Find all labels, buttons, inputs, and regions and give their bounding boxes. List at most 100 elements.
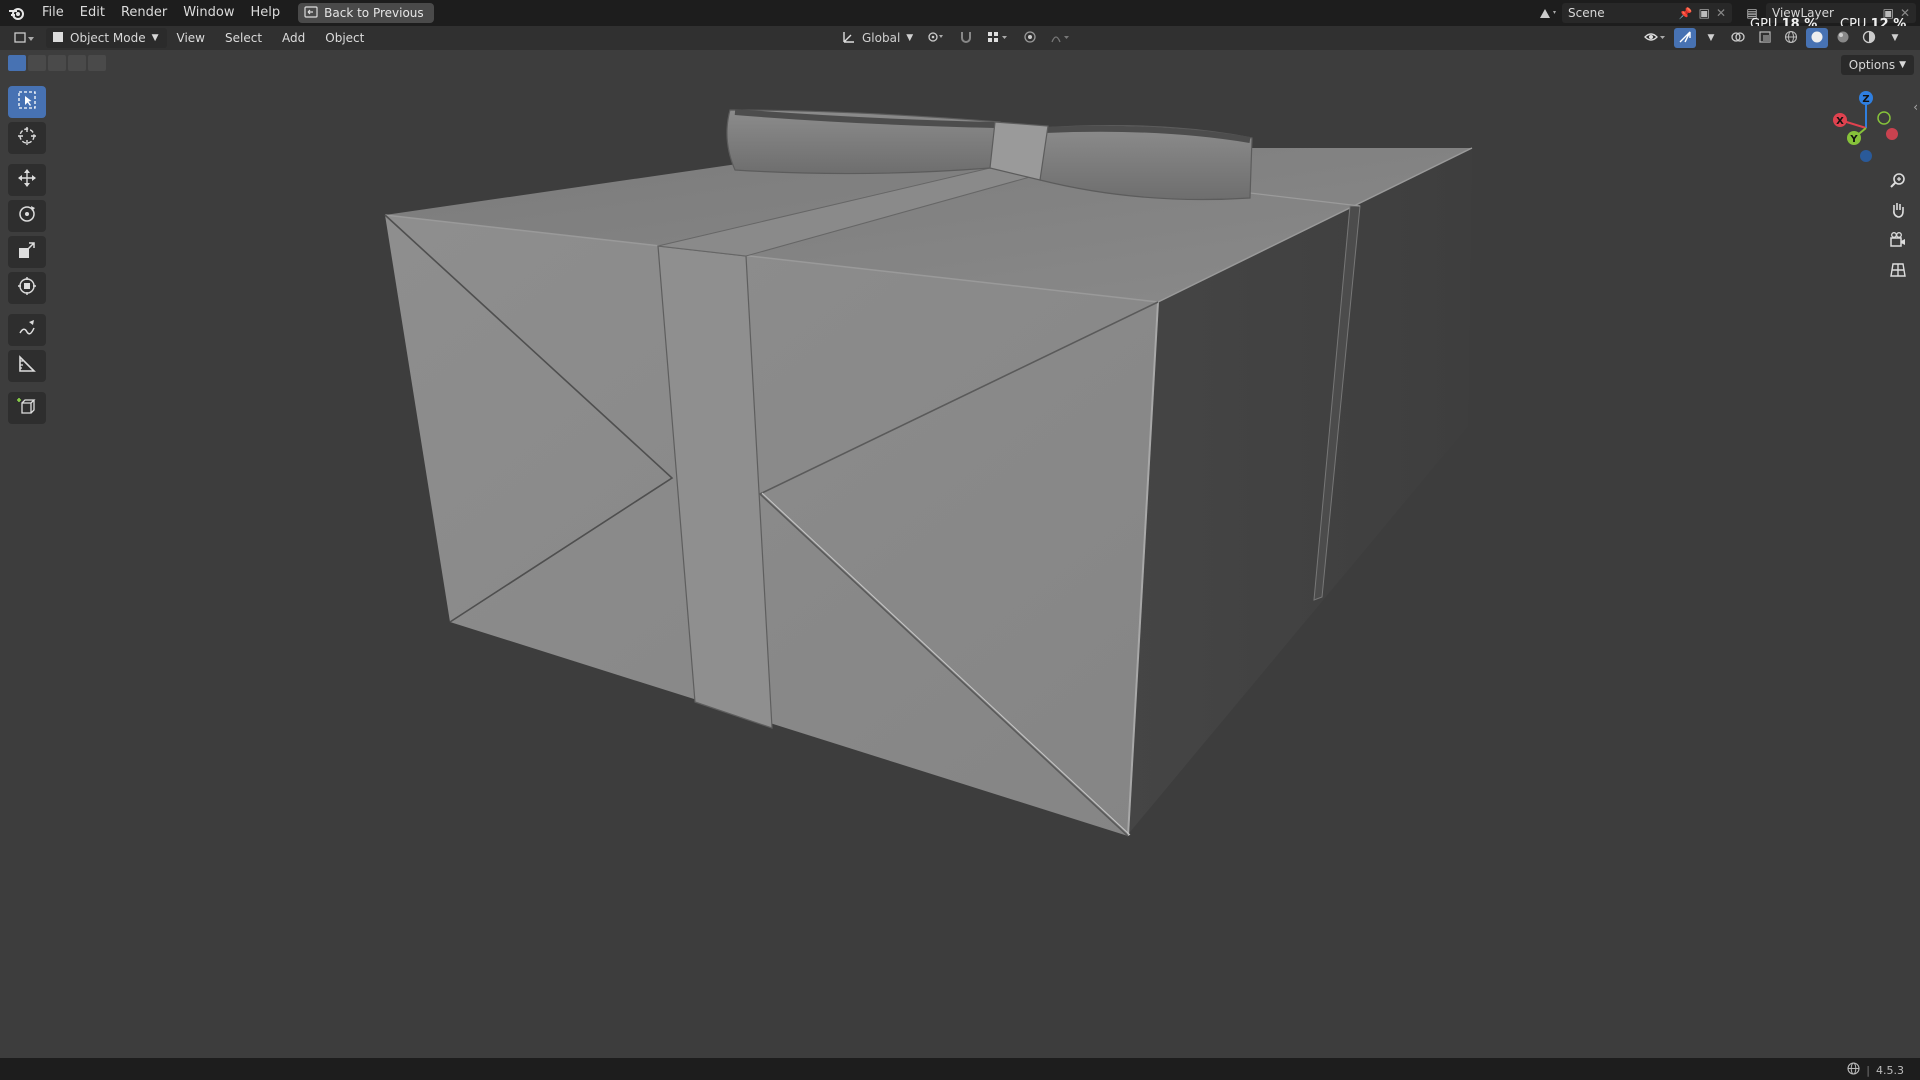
neg-x-axis-handle	[1886, 128, 1898, 140]
pivot-icon	[927, 30, 945, 47]
menu-select[interactable]: Select	[215, 31, 272, 45]
menu-object[interactable]: Object	[315, 31, 374, 45]
falloff-curve-icon	[1051, 30, 1071, 47]
rotate-icon	[17, 204, 37, 228]
cursor-tool[interactable]	[8, 122, 46, 154]
rotate-tool[interactable]	[8, 200, 46, 232]
neg-z-axis-handle	[1860, 150, 1872, 162]
delete-scene-icon[interactable]: ✕	[1716, 6, 1726, 20]
menu-render[interactable]: Render	[113, 0, 175, 26]
visibility-dropdown[interactable]	[1640, 28, 1670, 48]
new-scene-icon[interactable]: ▣	[1699, 6, 1710, 20]
snap-target-dropdown[interactable]	[983, 28, 1013, 48]
chevron-down-icon: ▼	[1707, 33, 1715, 43]
shading-dropdown[interactable]: ▼	[1884, 28, 1906, 48]
menu-add[interactable]: Add	[272, 31, 315, 45]
sidebar-expand-icon[interactable]: ‹	[1913, 100, 1918, 114]
z-axis-label: Z	[1862, 94, 1869, 105]
3d-viewport[interactable]	[0, 50, 1920, 1058]
gizmo-icon	[1678, 30, 1692, 47]
select-extend-icon[interactable]	[28, 55, 46, 71]
object-mode-label: Object Mode	[70, 31, 146, 45]
grid-icon	[1889, 261, 1907, 283]
status-bar: | 4.5.3	[0, 1058, 1920, 1080]
pan-view-button[interactable]	[1886, 200, 1910, 224]
chevron-down-icon: ▼	[1891, 33, 1899, 43]
shading-solid-button[interactable]	[1806, 28, 1828, 48]
select-intersect-icon[interactable]	[88, 55, 106, 71]
chevron-down-icon: ▼	[1899, 60, 1906, 70]
back-icon	[304, 5, 318, 21]
blender-logo-icon[interactable]	[0, 0, 34, 26]
move-arrows-icon	[17, 168, 37, 192]
box-front-face	[385, 215, 1158, 836]
navigation-gizmo[interactable]: Z X Y	[1826, 88, 1906, 168]
scale-tool[interactable]	[8, 236, 46, 268]
select-invert-icon[interactable]	[68, 55, 86, 71]
chevron-down-icon: ▼	[151, 33, 159, 43]
xray-toggle[interactable]	[1754, 28, 1776, 48]
select-subtract-icon[interactable]	[48, 55, 66, 71]
back-to-previous-button[interactable]: Back to Previous	[298, 3, 434, 23]
rendered-sphere-icon	[1862, 30, 1876, 47]
measure-tool[interactable]	[8, 350, 46, 382]
proportional-editing-toggle[interactable]	[1019, 28, 1041, 48]
editor-type-icon[interactable]	[10, 28, 40, 48]
scene-name: Scene	[1568, 6, 1605, 20]
proportional-falloff-dropdown[interactable]	[1047, 28, 1075, 48]
camera-view-button[interactable]	[1886, 230, 1910, 254]
menu-view[interactable]: View	[167, 31, 215, 45]
xray-icon	[1758, 30, 1772, 47]
selection-mode-group	[8, 55, 106, 71]
orientation-axes-icon	[842, 30, 856, 47]
transform-orientation-label: Global	[862, 31, 901, 45]
scene-name-field[interactable]: Scene 📌 ▣ ✕	[1562, 3, 1732, 23]
add-cube-icon	[17, 396, 37, 420]
pivot-point-dropdown[interactable]	[923, 28, 949, 48]
overlays-toggle[interactable]	[1726, 28, 1750, 48]
ruler-icon	[17, 354, 37, 378]
shading-wireframe-button[interactable]	[1780, 28, 1802, 48]
zoom-icon	[1889, 171, 1907, 193]
gizmo-dropdown[interactable]: ▼	[1700, 28, 1722, 48]
zoom-view-button[interactable]	[1886, 170, 1910, 194]
annotate-pencil-icon	[17, 318, 37, 342]
scene-selector-icon[interactable]	[1534, 3, 1562, 23]
transform-tool[interactable]	[8, 272, 46, 304]
menu-window[interactable]: Window	[175, 0, 242, 26]
move-tool[interactable]	[8, 164, 46, 196]
x-axis-label: X	[1836, 116, 1844, 127]
menu-help[interactable]: Help	[243, 0, 289, 26]
back-to-previous-label: Back to Previous	[324, 6, 424, 20]
wireframe-sphere-icon	[1784, 30, 1798, 47]
cursor-icon	[17, 126, 37, 150]
select-box-tool[interactable]	[8, 86, 46, 118]
snap-toggle[interactable]	[955, 28, 977, 48]
neg-y-axis-handle	[1877, 111, 1891, 125]
object-mode-dropdown[interactable]: Object Mode ▼	[46, 28, 167, 48]
options-dropdown[interactable]: Options ▼	[1840, 55, 1914, 75]
camera-icon	[1889, 231, 1907, 253]
top-menu-bar: File Edit Render Window Help Back to Pre…	[0, 0, 1920, 32]
chevron-down-icon: ▼	[906, 33, 914, 43]
globe-icon	[1847, 1062, 1860, 1078]
hand-icon	[1889, 201, 1907, 223]
snap-grid-icon	[987, 30, 1009, 47]
proportional-editing-icon	[1023, 30, 1037, 47]
perspective-toggle-button[interactable]	[1886, 260, 1910, 284]
menu-edit[interactable]: Edit	[72, 0, 113, 26]
transform-icon	[17, 276, 37, 300]
annotate-tool[interactable]	[8, 314, 46, 346]
select-new-icon[interactable]	[8, 55, 26, 71]
shading-material-button[interactable]	[1832, 28, 1854, 48]
pin-icon[interactable]: 📌	[1679, 7, 1693, 20]
menu-file[interactable]: File	[34, 0, 72, 26]
add-cube-tool[interactable]	[8, 392, 46, 424]
scale-icon	[17, 240, 37, 264]
viewport-header: Object Mode ▼ View Select Add Object Glo…	[0, 26, 1920, 50]
version-info: | 4.5.3	[1847, 1062, 1904, 1078]
transform-orientation-dropdown[interactable]: Global ▼	[838, 28, 917, 48]
y-axis-label: Y	[1849, 134, 1858, 145]
gizmo-toggle[interactable]	[1674, 28, 1696, 48]
shading-rendered-button[interactable]	[1858, 28, 1880, 48]
